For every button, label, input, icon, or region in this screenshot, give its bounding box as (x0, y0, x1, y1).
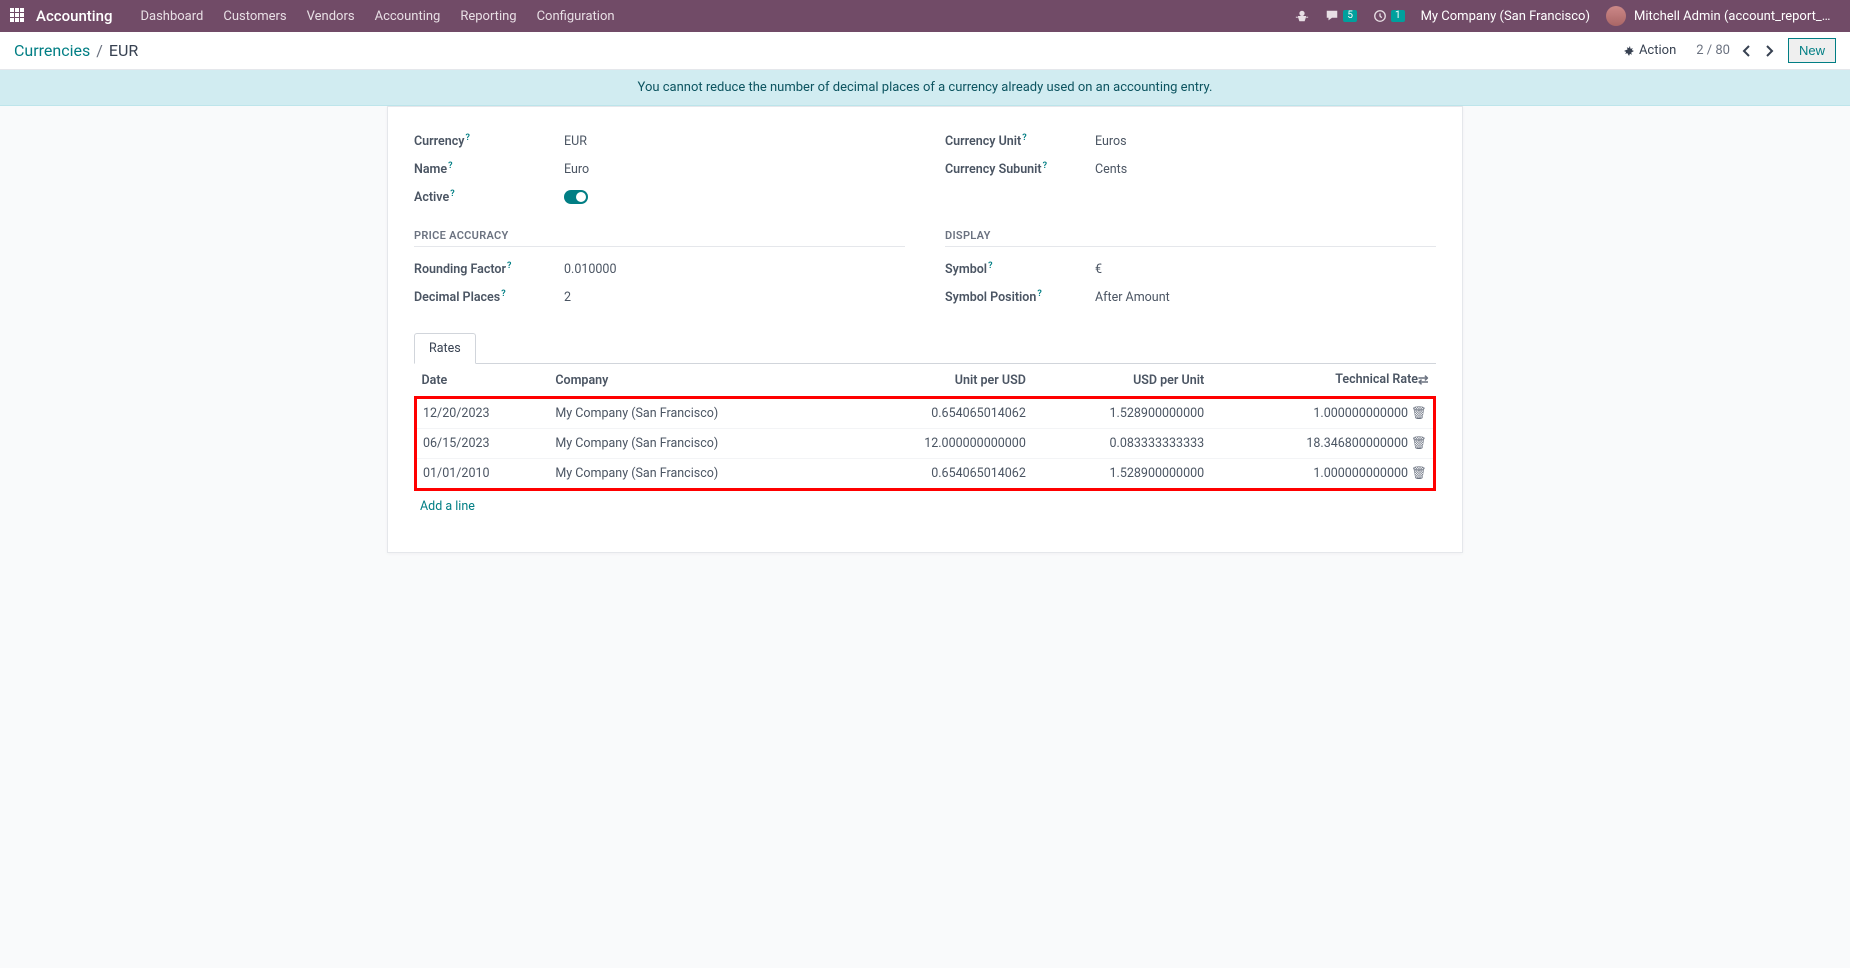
expand-icon[interactable]: ⇄ (1418, 372, 1428, 388)
name-label: Name? (414, 161, 564, 177)
chevron-left-icon (1742, 45, 1752, 57)
breadcrumb-current: EUR (109, 41, 138, 60)
add-line-link[interactable]: Add a line (414, 491, 1436, 522)
rounding-field[interactable]: 0.010000 (564, 262, 616, 277)
apps-icon[interactable] (10, 8, 26, 24)
col-unit-per[interactable]: Unit per USD (842, 364, 1032, 398)
col-usd-per[interactable]: USD per Unit (1032, 364, 1210, 398)
help-icon[interactable]: ? (1022, 133, 1026, 143)
help-icon[interactable]: ? (988, 261, 992, 271)
section-price-accuracy: PRICE ACCURACY (414, 229, 905, 247)
debug-icon[interactable] (1287, 9, 1317, 23)
cell-tech[interactable]: 1.000000000000 🗑 (1210, 398, 1434, 429)
cell-usd-per[interactable]: 1.528900000000 (1032, 459, 1210, 490)
table-row[interactable]: 12/20/2023 My Company (San Francisco) 0.… (416, 398, 1435, 429)
menu-accounting[interactable]: Accounting (365, 9, 451, 24)
cell-unit-per[interactable]: 0.654065014062 (842, 459, 1032, 490)
brand-title[interactable]: Accounting (36, 7, 112, 25)
tab-rates[interactable]: Rates (414, 333, 476, 364)
decimal-label: Decimal Places? (414, 289, 564, 305)
symbol-label: Symbol? (945, 261, 1095, 277)
breadcrumb: Currencies / EUR (14, 41, 138, 60)
col-tech-rate[interactable]: Technical Rate⇄ (1210, 364, 1434, 398)
currency-subunit-label: Currency Subunit? (945, 161, 1095, 177)
activities-badge: 1 (1391, 10, 1405, 22)
cell-unit-per[interactable]: 0.654065014062 (842, 398, 1032, 429)
table-row[interactable]: 06/15/2023 My Company (San Francisco) 12… (416, 429, 1435, 459)
col-date[interactable]: Date (416, 364, 550, 398)
top-navbar: Accounting Dashboard Customers Vendors A… (0, 0, 1850, 32)
help-icon[interactable]: ? (465, 133, 469, 143)
menu-dashboard[interactable]: Dashboard (130, 9, 213, 24)
cell-company[interactable]: My Company (San Francisco) (549, 459, 841, 490)
section-display: DISPLAY (945, 229, 1436, 247)
messages-badge: 5 (1343, 10, 1357, 22)
avatar-icon (1606, 6, 1626, 26)
active-label: Active? (414, 189, 564, 205)
pager-next[interactable] (1758, 41, 1780, 61)
cell-company[interactable]: My Company (San Francisco) (549, 398, 841, 429)
help-icon[interactable]: ? (448, 161, 452, 171)
currency-subunit-field[interactable]: Cents (1095, 162, 1127, 177)
warning-banner: You cannot reduce the number of decimal … (0, 70, 1850, 106)
decimal-field[interactable]: 2 (564, 290, 571, 305)
name-field[interactable]: Euro (564, 162, 589, 177)
messages-icon[interactable]: 5 (1317, 9, 1365, 23)
cell-usd-per[interactable]: 1.528900000000 (1032, 398, 1210, 429)
table-row[interactable]: 01/01/2010 My Company (San Francisco) 0.… (416, 459, 1435, 490)
col-company[interactable]: Company (549, 364, 841, 398)
control-bar: Currencies / EUR Action 2 / 80 New (0, 32, 1850, 70)
help-icon[interactable]: ? (501, 289, 505, 299)
activities-icon[interactable]: 1 (1365, 9, 1413, 23)
form-sheet: Currency? EUR Name? Euro Active? Currenc… (387, 106, 1463, 553)
help-icon[interactable]: ? (1037, 289, 1041, 299)
rounding-label: Rounding Factor? (414, 261, 564, 277)
rates-table: Date Company Unit per USD USD per Unit T… (414, 364, 1436, 491)
breadcrumb-separator: / (96, 41, 103, 60)
position-label: Symbol Position? (945, 289, 1095, 305)
new-button[interactable]: New (1788, 38, 1836, 63)
cell-tech[interactable]: 18.346800000000 🗑 (1210, 429, 1434, 459)
help-icon[interactable]: ? (1043, 161, 1047, 171)
currency-unit-label: Currency Unit? (945, 133, 1095, 149)
breadcrumb-parent[interactable]: Currencies (14, 41, 90, 60)
delete-icon[interactable]: 🗑 (1411, 466, 1427, 481)
currency-unit-field[interactable]: Euros (1095, 134, 1127, 149)
position-field[interactable]: After Amount (1095, 290, 1170, 305)
menu-reporting[interactable]: Reporting (450, 9, 526, 24)
cell-company[interactable]: My Company (San Francisco) (549, 429, 841, 459)
delete-icon[interactable]: 🗑 (1411, 406, 1427, 421)
cell-date[interactable]: 12/20/2023 (416, 398, 550, 429)
cell-date[interactable]: 06/15/2023 (416, 429, 550, 459)
menu-vendors[interactable]: Vendors (297, 9, 365, 24)
currency-label: Currency? (414, 133, 564, 149)
gear-icon (1623, 45, 1635, 57)
help-icon[interactable]: ? (507, 261, 511, 271)
chevron-right-icon (1764, 45, 1774, 57)
cell-unit-per[interactable]: 12.000000000000 (842, 429, 1032, 459)
company-switcher[interactable]: My Company (San Francisco) (1413, 9, 1598, 24)
symbol-field[interactable]: € (1095, 262, 1102, 277)
delete-icon[interactable]: 🗑 (1411, 436, 1427, 451)
pager-prev[interactable] (1736, 41, 1758, 61)
active-toggle[interactable] (564, 190, 588, 204)
cell-date[interactable]: 01/01/2010 (416, 459, 550, 490)
action-menu[interactable]: Action (1623, 43, 1676, 58)
menu-customers[interactable]: Customers (213, 9, 296, 24)
tab-bar: Rates (414, 333, 1436, 364)
user-menu[interactable]: Mitchell Admin (account_report_multi... (1598, 6, 1842, 26)
highlighted-rows: 12/20/2023 My Company (San Francisco) 0.… (416, 398, 1435, 490)
cell-usd-per[interactable]: 0.083333333333 (1032, 429, 1210, 459)
cell-tech[interactable]: 1.000000000000 🗑 (1210, 459, 1434, 490)
pager[interactable]: 2 / 80 (1696, 43, 1730, 58)
menu-configuration[interactable]: Configuration (527, 9, 625, 24)
help-icon[interactable]: ? (450, 189, 454, 199)
currency-field[interactable]: EUR (564, 134, 587, 149)
